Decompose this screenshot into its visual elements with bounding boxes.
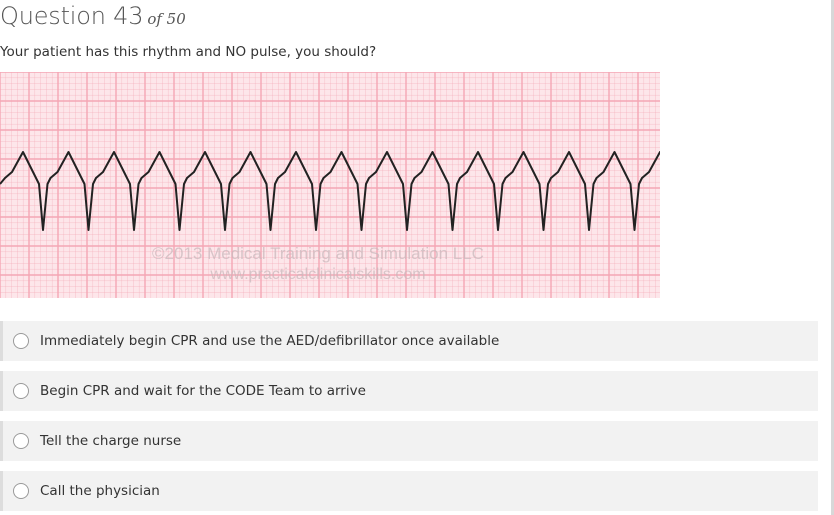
quiz-page: Question 43 of 50 Your patient has this r… bbox=[0, 0, 834, 515]
answer-option[interactable]: Begin CPR and wait for the CODE Team to … bbox=[0, 371, 818, 411]
rhythm-strip-image: ©2013 Medical Training and Simulation LL… bbox=[0, 72, 660, 298]
radio-button[interactable] bbox=[13, 383, 29, 399]
answer-option[interactable]: Call the physician bbox=[0, 471, 818, 511]
answer-option[interactable]: Immediately begin CPR and use the AED/de… bbox=[0, 321, 818, 361]
question-title: Question 43 bbox=[0, 2, 144, 30]
radio-button[interactable] bbox=[13, 333, 29, 349]
question-prompt: Your patient has this rhythm and NO puls… bbox=[0, 44, 377, 60]
ecg-paper bbox=[0, 72, 660, 298]
watermark-copyright: ©2013 Medical Training and Simulation LL… bbox=[152, 244, 484, 263]
watermark-url: www.practicalclinicalskills.com bbox=[209, 266, 425, 283]
radio-button[interactable] bbox=[13, 483, 29, 499]
answer-option[interactable]: Tell the charge nurse bbox=[0, 421, 818, 461]
answer-label: Call the physician bbox=[40, 483, 160, 499]
radio-button[interactable] bbox=[13, 433, 29, 449]
answer-list: Immediately begin CPR and use the AED/de… bbox=[0, 321, 818, 515]
question-count: of 50 bbox=[147, 10, 186, 28]
answer-label: Begin CPR and wait for the CODE Team to … bbox=[40, 383, 366, 399]
answer-label: Immediately begin CPR and use the AED/de… bbox=[40, 333, 500, 349]
answer-label: Tell the charge nurse bbox=[40, 433, 182, 449]
question-header: Question 43 of 50 bbox=[0, 2, 186, 38]
